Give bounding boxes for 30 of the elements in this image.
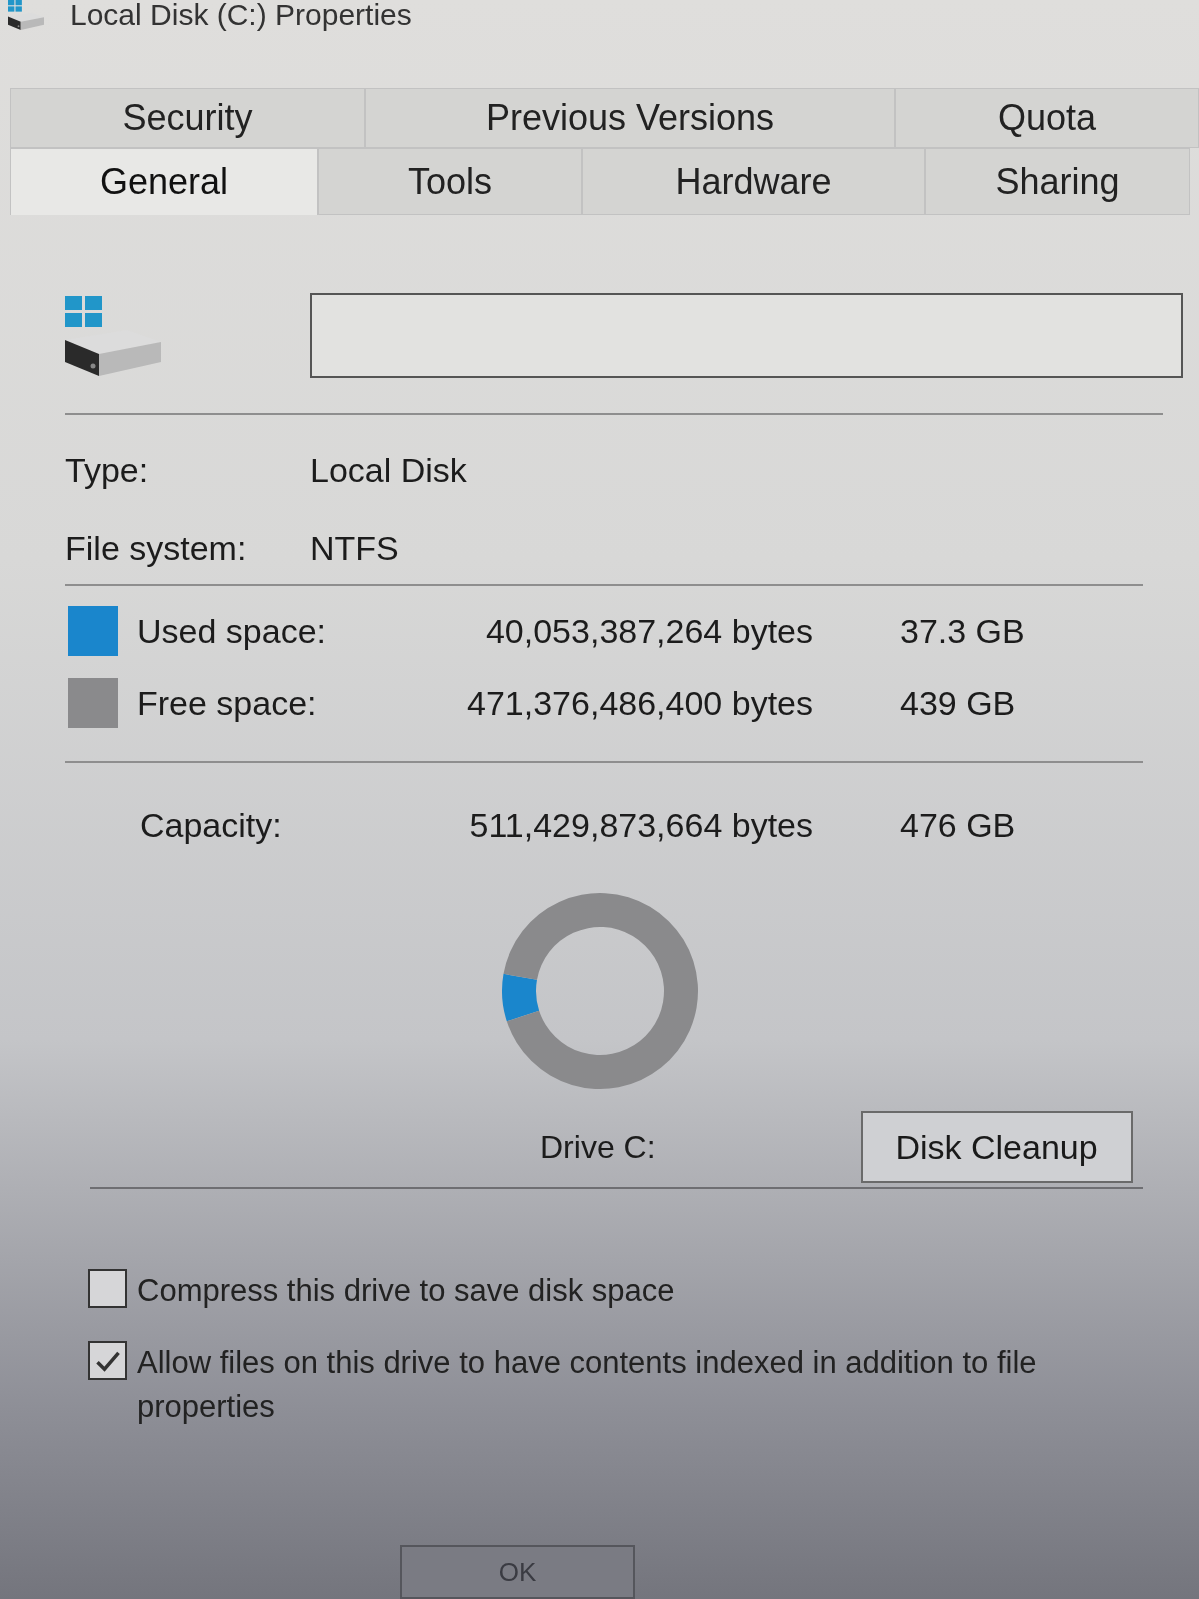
hard-drive-icon xyxy=(6,0,46,30)
tab[interactable]: Quota xyxy=(895,88,1199,148)
space-label: Used space: xyxy=(137,610,327,652)
tab[interactable]: General xyxy=(10,148,318,215)
space-label: Free space: xyxy=(137,682,318,724)
checkbox[interactable] xyxy=(88,1341,127,1380)
capacity-bytes: 511,429,873,664 bytes xyxy=(468,804,813,846)
space-size: 439 GB xyxy=(900,682,1016,724)
drive-label: Drive C: xyxy=(540,1128,656,1167)
hard-drive-icon xyxy=(65,295,161,376)
field-label: Type: xyxy=(65,449,150,491)
field-value: Local Disk xyxy=(310,449,467,491)
disk-cleanup-button[interactable]: Disk Cleanup xyxy=(860,1111,1133,1183)
checkbox[interactable] xyxy=(88,1269,127,1308)
tab[interactable]: Tools xyxy=(318,148,582,215)
space-bytes: 40,053,387,264 bytes xyxy=(484,610,813,652)
tab[interactable]: Sharing xyxy=(925,148,1190,215)
space-size: 37.3 GB xyxy=(900,610,1025,652)
field-label: File system: xyxy=(65,527,248,569)
window-title: Local Disk (C:) Properties xyxy=(70,0,412,30)
tab[interactable]: Previous Versions xyxy=(365,88,895,148)
capacity-size: 476 GB xyxy=(900,804,1016,846)
tab[interactable]: Hardware xyxy=(582,148,925,215)
capacity-label: Capacity: xyxy=(140,804,283,846)
field-value: NTFS xyxy=(310,527,399,569)
space-bytes: 471,376,486,400 bytes xyxy=(466,682,813,724)
drive-name-field[interactable] xyxy=(310,293,1183,378)
checkbox-label[interactable]: Compress this drive to save disk space xyxy=(137,1269,1037,1313)
checkbox-label[interactable]: Allow files on this drive to have contents indexed in addition to file properties xyxy=(137,1341,1037,1429)
tab[interactable]: Security xyxy=(10,88,365,148)
